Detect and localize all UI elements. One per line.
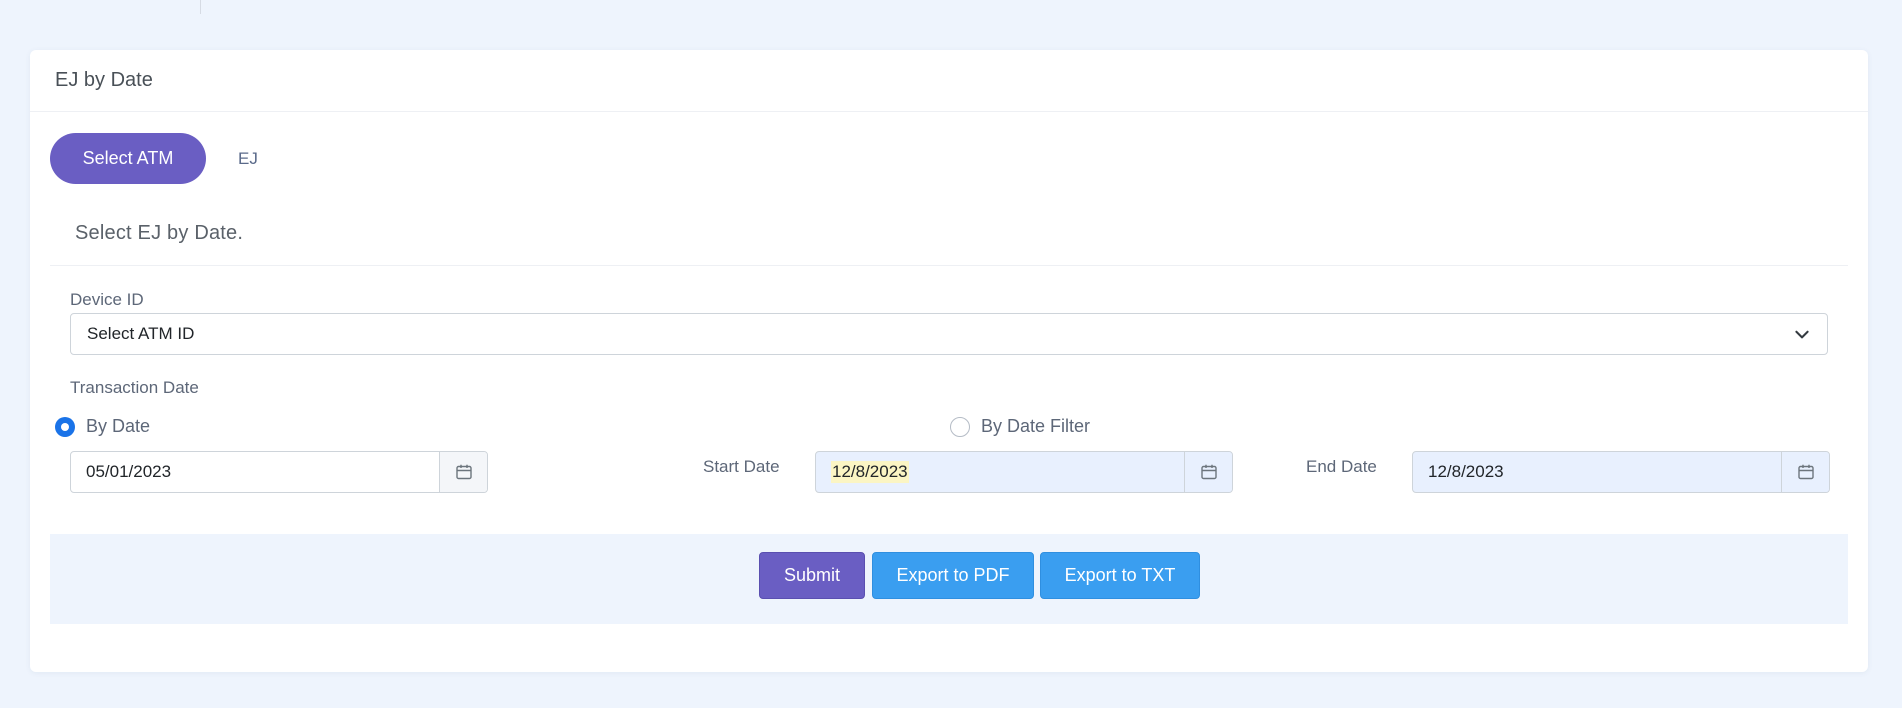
section-divider (50, 265, 1848, 266)
start-date-label: Start Date (703, 457, 780, 476)
action-bar: Submit Export to PDF Export to TXT (50, 534, 1848, 624)
end-date-picker: 12/8/2023 (1412, 451, 1830, 493)
export-txt-button[interactable]: Export to TXT (1040, 552, 1200, 599)
device-id-label: Device ID (70, 290, 144, 309)
start-date-value: 12/8/2023 (831, 461, 909, 483)
by-date-calendar-button[interactable] (439, 452, 487, 492)
transaction-date-label: Transaction Date (70, 378, 199, 397)
card-title: EJ by Date (55, 69, 153, 91)
radio-by-date-filter-label: By Date Filter (981, 416, 1091, 436)
end-date-input[interactable]: 12/8/2023 (1413, 452, 1781, 492)
radio-by-date[interactable]: By Date (55, 416, 150, 437)
radio-by-date-label: By Date (86, 416, 151, 436)
radio-by-date-filter[interactable]: By Date Filter (950, 416, 1090, 437)
calendar-icon (455, 464, 472, 480)
card-header: EJ by Date (30, 50, 1868, 112)
calendar-icon (1200, 464, 1217, 480)
radio-by-date-control[interactable] (55, 416, 75, 437)
export-pdf-button[interactable]: Export to PDF (872, 552, 1034, 599)
section-subtitle: Select EJ by Date. (75, 222, 244, 244)
submit-button[interactable]: Submit (759, 552, 865, 599)
top-divider (200, 0, 201, 14)
start-date-input[interactable]: 12/8/2023 (816, 452, 1184, 492)
tab-bar: Select ATM EJ (50, 133, 258, 184)
device-id-select-value: Select ATM ID (87, 324, 195, 343)
chevron-down-icon (1795, 330, 1809, 339)
start-date-calendar-button[interactable] (1184, 452, 1232, 492)
end-date-label: End Date (1306, 457, 1377, 476)
start-date-picker: 12/8/2023 (815, 451, 1233, 493)
end-date-calendar-button[interactable] (1781, 452, 1829, 492)
by-date-picker: 05/01/2023 (70, 451, 488, 493)
ej-by-date-card: EJ by Date Select ATM EJ Select EJ by Da… (30, 50, 1868, 672)
radio-by-date-filter-control[interactable] (950, 416, 970, 437)
tab-ej[interactable]: EJ (238, 149, 258, 169)
device-id-select[interactable]: Select ATM ID (70, 313, 1828, 355)
calendar-icon (1797, 464, 1814, 480)
tab-select-atm[interactable]: Select ATM (50, 133, 206, 184)
by-date-input[interactable]: 05/01/2023 (71, 452, 439, 492)
